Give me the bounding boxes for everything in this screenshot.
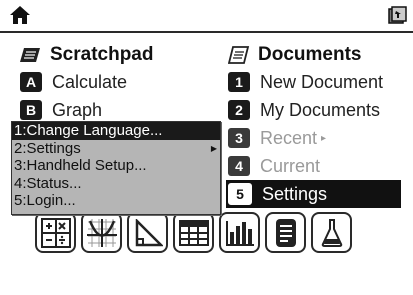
menu-item-settings-label: 2:Settings — [14, 139, 81, 157]
settings-label: Settings — [262, 183, 328, 204]
menu-item-settings[interactable]: 2:Settings ▶ — [12, 140, 220, 158]
graph-label: Graph — [52, 99, 103, 120]
notes-icon[interactable] — [265, 212, 306, 253]
vernier-dataquest-icon[interactable] — [311, 212, 352, 253]
home-icon[interactable] — [9, 5, 31, 25]
top-bar — [0, 0, 413, 30]
scratchpad-column: Scratchpad A Calculate B Graph — [20, 42, 153, 124]
my-documents-label: My Documents — [260, 99, 381, 120]
data-statistics-icon[interactable] — [219, 212, 260, 253]
calculate-item[interactable]: A Calculate — [20, 68, 153, 96]
scratchpad-header: Scratchpad — [20, 42, 153, 68]
settings-item[interactable]: 5 Settings — [226, 180, 401, 208]
menu-item-handheld-setup[interactable]: 3:Handheld Setup... — [12, 157, 220, 175]
battery-status-icon — [388, 6, 407, 24]
my-documents-item[interactable]: 2 My Documents — [228, 96, 401, 124]
geometry-icon[interactable] — [127, 212, 168, 253]
documents-title: Documents — [258, 44, 362, 65]
key-badge-2: 2 — [228, 100, 250, 120]
recent-item: 3 Recent ▸ — [228, 124, 401, 152]
top-separator — [0, 31, 413, 33]
menu-item-status[interactable]: 4:Status... — [12, 175, 220, 193]
menu-item-login[interactable]: 5:Login... — [12, 192, 220, 210]
menu-item-change-language[interactable]: 1:Change Language... — [12, 122, 220, 140]
recent-label: Recent — [260, 127, 318, 148]
submenu-arrow-icon: ▸ — [321, 132, 327, 144]
submenu-arrow-icon: ▶ — [210, 143, 217, 153]
lists-spreadsheet-icon[interactable] — [173, 212, 214, 253]
calculator-icon[interactable] — [35, 212, 76, 253]
key-badge-3: 3 — [228, 128, 250, 148]
scratchpad-icon — [20, 48, 40, 62]
new-document-label: New Document — [260, 71, 384, 92]
scratchpad-title: Scratchpad — [50, 44, 154, 65]
app-icon-row — [35, 212, 352, 253]
settings-popup-menu: 1:Change Language... 2:Settings ▶ 3:Hand… — [11, 121, 221, 215]
documents-icon — [228, 46, 250, 64]
current-item: 4 Current — [228, 152, 401, 180]
graphs-icon[interactable] — [81, 212, 122, 253]
documents-column: Documents 1 New Document 2 My Documents … — [226, 42, 401, 208]
documents-header: Documents — [228, 42, 401, 68]
key-badge-a: A — [20, 72, 42, 92]
key-badge-5: 5 — [228, 183, 252, 205]
key-badge-4: 4 — [228, 156, 250, 176]
key-badge-b: B — [20, 100, 42, 120]
current-label: Current — [260, 155, 321, 176]
calculate-label: Calculate — [52, 71, 128, 92]
key-badge-1: 1 — [228, 72, 250, 92]
graph-item[interactable]: B Graph — [20, 96, 153, 124]
new-document-item[interactable]: 1 New Document — [228, 68, 401, 96]
